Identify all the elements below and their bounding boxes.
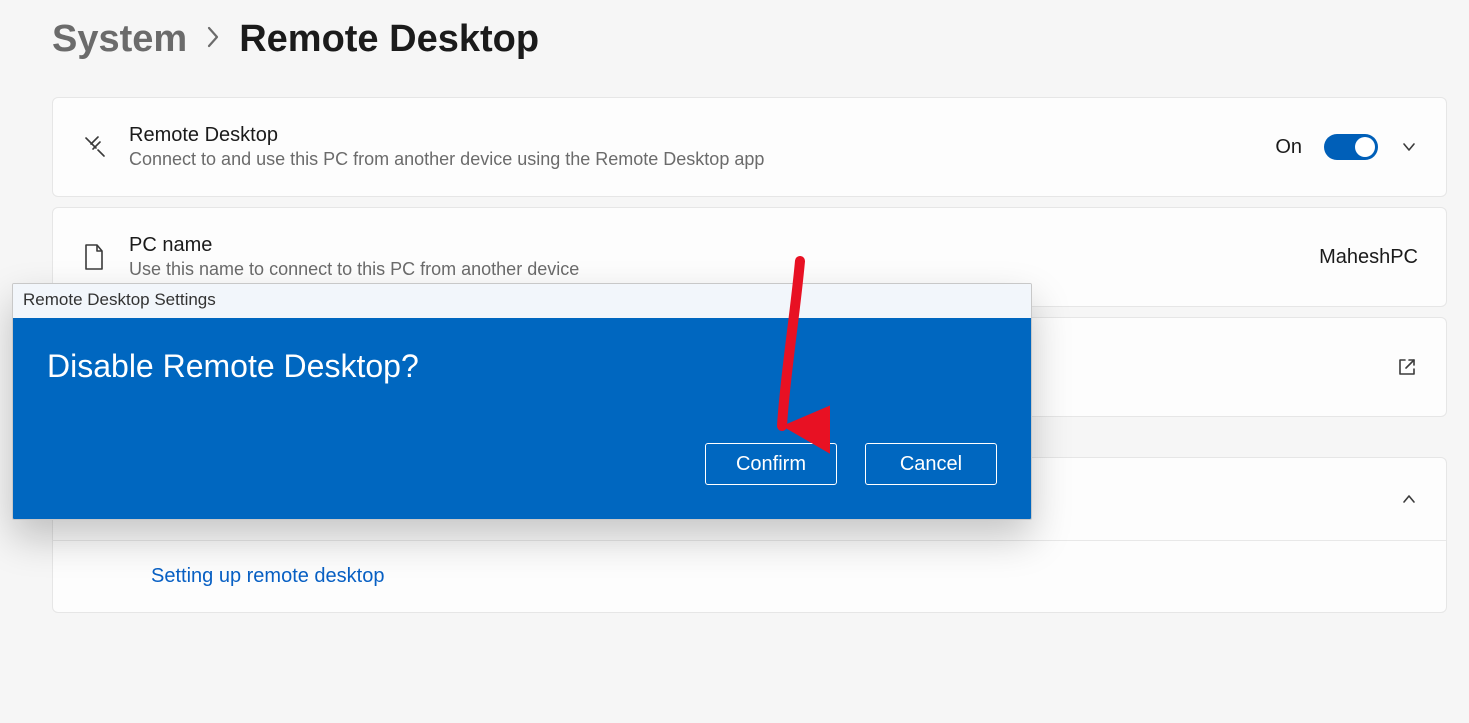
cancel-button[interactable]: Cancel [865,443,997,485]
remote-desktop-icon [81,133,129,161]
expand-chevron-icon[interactable] [1400,138,1418,156]
remote-desktop-card[interactable]: Remote Desktop Connect to and use this P… [52,97,1447,197]
toggle-state-label: On [1275,136,1302,159]
confirm-button[interactable]: Confirm [705,443,837,485]
breadcrumb-parent[interactable]: System [52,18,187,61]
pc-name-value: MaheshPC [1319,246,1418,269]
remote-desktop-text: Remote Desktop Connect to and use this P… [129,124,1275,170]
confirm-dialog: Remote Desktop Settings Disable Remote D… [12,283,1032,520]
dialog-heading: Disable Remote Desktop? [47,348,997,385]
help-link-setting-up[interactable]: Setting up remote desktop [151,565,384,587]
remote-desktop-toggle[interactable] [1324,134,1378,160]
chevron-right-icon [205,24,221,56]
card-title: Remote Desktop [129,124,1275,147]
card-description: Connect to and use this PC from another … [129,149,1275,170]
card-description: Use this name to connect to this PC from… [129,259,1319,280]
breadcrumb-current: Remote Desktop [239,18,539,61]
open-external-icon[interactable] [1396,356,1418,378]
help-link-row: Setting up remote desktop [53,541,1446,612]
collapse-chevron-icon[interactable] [1400,490,1418,508]
document-icon [81,242,129,272]
pc-name-text: PC name Use this name to connect to this… [129,234,1319,280]
dialog-titlebar: Remote Desktop Settings [13,284,1031,318]
card-title: PC name [129,234,1319,257]
breadcrumb: System Remote Desktop [0,0,1469,97]
